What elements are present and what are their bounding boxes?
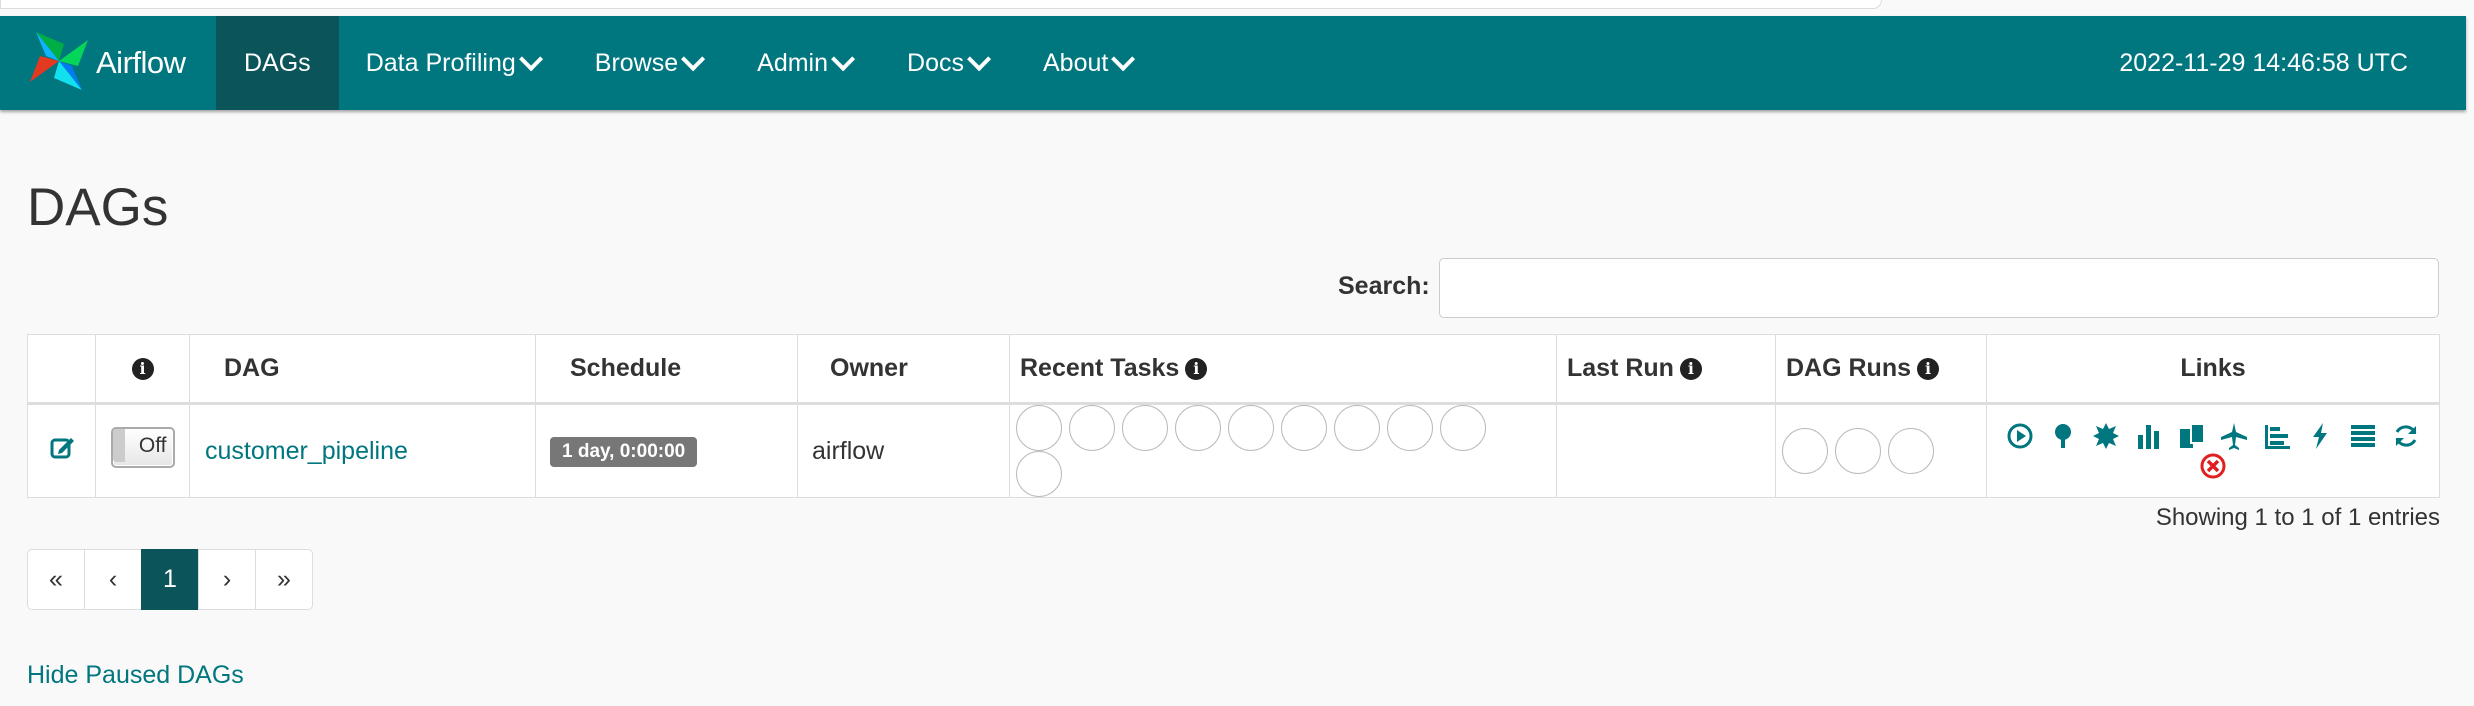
graph-view-icon[interactable] — [2091, 421, 2121, 451]
header-last-run-label: Last Run — [1567, 354, 1674, 382]
header-schedule[interactable]: Schedule — [535, 334, 798, 405]
task-state-circle[interactable] — [1387, 405, 1433, 451]
server-datetime: 2022-11-29 14:46:58 UTC — [2119, 48, 2408, 77]
browser-top-strip — [0, 0, 2474, 16]
header-toggle: i — [95, 334, 190, 405]
task-state-circle[interactable] — [1175, 405, 1221, 451]
recent-tasks-cell — [1009, 403, 1557, 498]
landing-times-icon[interactable] — [2219, 421, 2249, 451]
task-tries-icon[interactable] — [2177, 421, 2207, 451]
schedule-cell: 1 day, 0:00:00 — [535, 403, 798, 498]
hide-paused-dags-link[interactable]: Hide Paused DAGs — [27, 661, 244, 690]
code-icon[interactable] — [2305, 421, 2335, 451]
table-row: Off customer_pipeline 1 day, 0:00:00 air… — [27, 403, 2440, 498]
nav-item-admin[interactable]: Admin — [730, 16, 880, 110]
nav-item-browse[interactable]: Browse — [568, 16, 730, 110]
task-state-circle[interactable] — [1228, 405, 1274, 451]
info-icon[interactable]: i — [1917, 358, 1939, 380]
dag-cell: customer_pipeline — [189, 403, 536, 498]
nav-item-label: About — [1042, 48, 1109, 77]
info-icon[interactable]: i — [1679, 358, 1702, 380]
pagination-last[interactable]: » — [255, 549, 313, 610]
search-label: Search: — [1338, 272, 1430, 300]
page-title: DAGs — [27, 178, 169, 237]
last-run-cell — [1556, 403, 1776, 498]
dag-run-state-circle[interactable] — [1888, 428, 1934, 474]
nav-item-docs[interactable]: Docs — [880, 16, 1016, 110]
toggle-knob — [112, 429, 125, 462]
pagination-current[interactable]: 1 — [141, 549, 199, 610]
task-state-circle[interactable] — [1281, 405, 1327, 451]
chevron-down-icon — [1111, 46, 1136, 71]
edit-icon[interactable] — [49, 437, 75, 467]
nav-item-about[interactable]: About — [1016, 16, 1160, 110]
tree-view-icon[interactable] — [2048, 421, 2078, 451]
brand-name: Airflow — [96, 45, 186, 80]
chevron-down-icon — [518, 46, 543, 71]
logs-icon[interactable] — [2348, 421, 2378, 451]
dags-table: i DAG Schedule Owner Recent Tasks i Last … — [27, 334, 2440, 498]
pagination: « ‹ 1 › » — [27, 549, 313, 610]
info-icon[interactable]: i — [131, 358, 154, 380]
task-state-circle[interactable] — [1069, 405, 1115, 451]
header-owner[interactable]: Owner — [797, 334, 1010, 405]
header-last-run: Last Run i — [1556, 334, 1776, 405]
refresh-icon[interactable] — [2391, 421, 2421, 451]
pagination-next[interactable]: › — [198, 549, 256, 610]
header-recent-tasks-label: Recent Tasks — [1020, 354, 1180, 382]
task-duration-icon[interactable] — [2134, 421, 2164, 451]
pagination-first[interactable]: « — [27, 549, 85, 610]
header-edit — [27, 334, 96, 405]
browser-url-bar[interactable] — [0, 0, 1882, 9]
top-navbar: Airflow DAGs Data Profiling Browse Admin… — [0, 16, 2466, 110]
pagination-prev[interactable]: ‹ — [84, 549, 142, 610]
chevron-down-icon — [681, 46, 706, 71]
toggle-label: Off — [138, 434, 167, 457]
trigger-dag-icon[interactable] — [2005, 421, 2035, 451]
links-cell — [1986, 403, 2440, 498]
chevron-down-icon — [831, 46, 856, 71]
search-input[interactable] — [1439, 258, 2439, 318]
nav-item-dags[interactable]: DAGs — [216, 16, 339, 110]
nav-item-label: Docs — [907, 48, 964, 77]
nav-menu: DAGs Data Profiling Browse Admin Docs Ab… — [216, 16, 1160, 110]
nav-item-data-profiling[interactable]: Data Profiling — [339, 16, 568, 110]
header-recent-tasks: Recent Tasks i — [1009, 334, 1557, 405]
gantt-icon[interactable] — [2262, 421, 2292, 451]
task-state-circle[interactable] — [1016, 451, 1062, 497]
header-dag-runs: DAG Runs i — [1775, 334, 1987, 405]
nav-item-label: Data Profiling — [365, 48, 516, 77]
table-header-row: i DAG Schedule Owner Recent Tasks i Last … — [27, 334, 2440, 405]
nav-item-label: DAGs — [244, 48, 311, 77]
task-state-circle[interactable] — [1440, 405, 1486, 451]
pinwheel-logo-icon — [24, 26, 94, 101]
task-state-circle[interactable] — [1016, 405, 1062, 451]
task-state-circle[interactable] — [1122, 405, 1168, 451]
task-state-circle[interactable] — [1334, 405, 1380, 451]
brand[interactable]: Airflow — [24, 28, 186, 98]
dag-pause-toggle[interactable]: Off — [110, 427, 175, 468]
dag-run-state-circle[interactable] — [1782, 428, 1828, 474]
chevron-down-icon — [967, 46, 992, 71]
dag-link[interactable]: customer_pipeline — [205, 437, 408, 465]
dag-runs-cell — [1775, 403, 1987, 498]
header-dag[interactable]: DAG — [189, 334, 536, 405]
delete-icon[interactable] — [2198, 451, 2228, 481]
edit-cell — [27, 403, 96, 498]
header-links: Links — [1986, 334, 2440, 405]
toggle-cell: Off — [95, 403, 190, 498]
schedule-badge: 1 day, 0:00:00 — [550, 437, 698, 467]
nav-item-label: Browse — [594, 48, 679, 77]
header-dag-runs-label: DAG Runs — [1786, 354, 1911, 382]
owner-cell: airflow — [797, 403, 1010, 498]
entries-summary: Showing 1 to 1 of 1 entries — [2155, 504, 2440, 531]
dag-run-state-circle[interactable] — [1835, 428, 1881, 474]
nav-item-label: Admin — [757, 48, 829, 77]
info-icon[interactable]: i — [1185, 358, 1208, 380]
